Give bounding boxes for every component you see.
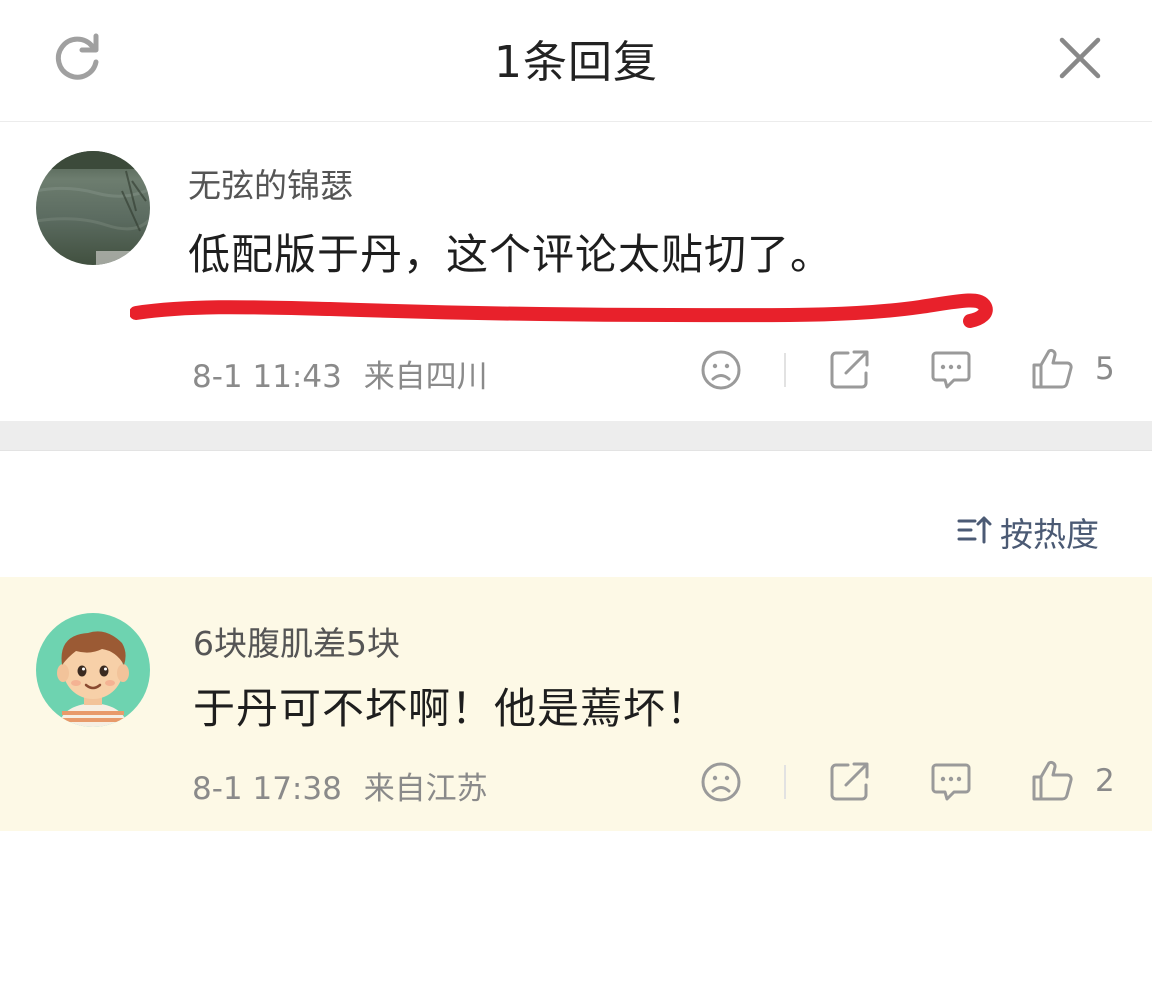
- share-icon[interactable]: [828, 347, 872, 395]
- comment-text: 于丹可不坏啊！他是蔫坏！: [193, 684, 710, 733]
- comment-time: 8-1 11:43: [192, 359, 342, 395]
- sort-label: 按热度: [1000, 515, 1099, 554]
- comment-location: 来自江苏: [363, 771, 488, 807]
- sort-icon: [957, 516, 992, 544]
- comment-icon[interactable]: [930, 349, 972, 395]
- divider: [784, 765, 786, 799]
- like-icon[interactable]: [1030, 347, 1074, 395]
- like-count: 5: [1095, 351, 1115, 387]
- header-bar: 1条回复: [0, 0, 1152, 122]
- section-separator: [0, 421, 1152, 451]
- reply-comment: 6块腹肌差5块 于丹可不坏啊！他是蔫坏！ 8-1 17:38 来自江苏 2: [0, 577, 1152, 831]
- share-icon[interactable]: [828, 759, 872, 807]
- reply-page: 1条回复 无弦的锦瑟 低配版于丹，这个评论太贴切了。 8-1 11:43 来自四…: [0, 0, 1152, 1005]
- username[interactable]: 6块腹肌差5块: [193, 617, 400, 665]
- dislike-face-icon[interactable]: [700, 349, 742, 395]
- username[interactable]: 无弦的锦瑟: [188, 159, 353, 207]
- comment-location: 来自四川: [363, 359, 488, 395]
- comment-meta: 8-1 17:38 来自江苏: [192, 763, 488, 808]
- red-underline-mark: [130, 293, 993, 328]
- main-comment: 无弦的锦瑟 低配版于丹，这个评论太贴切了。 8-1 11:43 来自四川 5: [0, 123, 1152, 421]
- comment-icon[interactable]: [930, 761, 972, 807]
- like-count: 2: [1095, 763, 1115, 799]
- dislike-face-icon[interactable]: [700, 761, 742, 807]
- divider: [784, 353, 786, 387]
- avatar[interactable]: [36, 151, 150, 265]
- comment-time: 8-1 17:38: [192, 771, 342, 807]
- like-icon[interactable]: [1030, 759, 1074, 807]
- avatar[interactable]: [36, 613, 150, 727]
- close-icon[interactable]: [1058, 36, 1102, 80]
- comment-meta: 8-1 11:43 来自四川: [192, 351, 488, 396]
- comment-text: 低配版于丹，这个评论太贴切了。: [188, 230, 834, 279]
- page-title: 1条回复: [494, 37, 658, 88]
